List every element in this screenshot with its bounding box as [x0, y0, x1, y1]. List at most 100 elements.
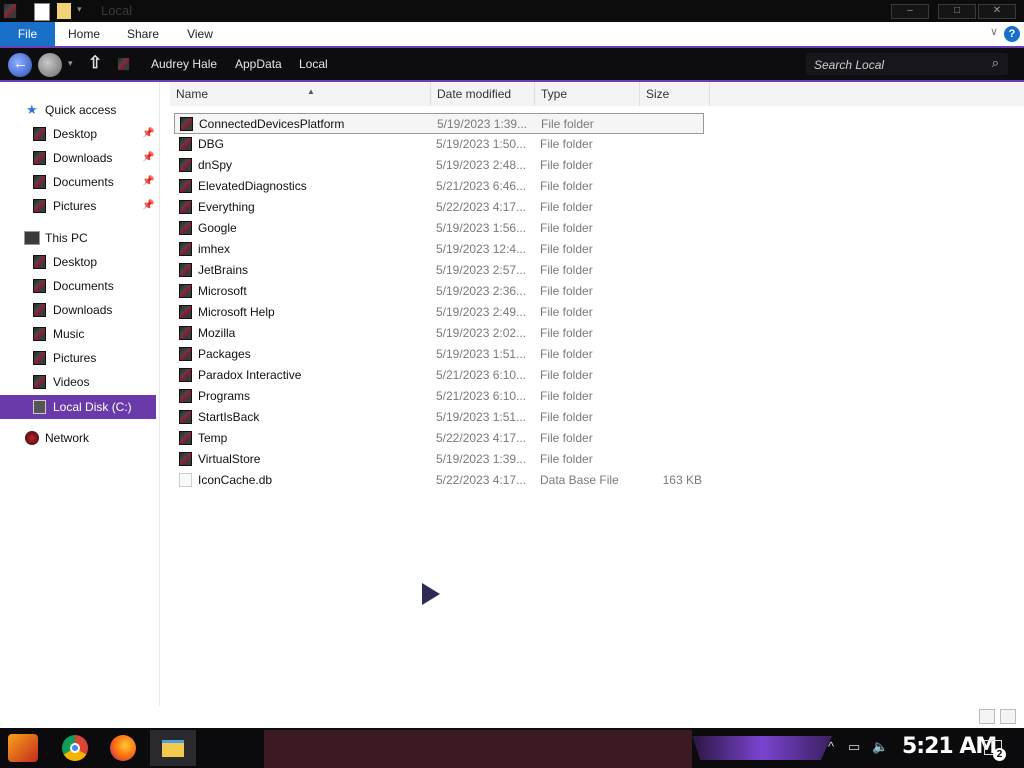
- back-button[interactable]: ←: [8, 53, 32, 77]
- file-row[interactable]: Everything 5/22/2023 4:17... File folder: [174, 197, 704, 218]
- file-date-modified: 5/19/2023 2:49...: [436, 305, 527, 319]
- quick-access-toolbar-dropdown-icon[interactable]: ▾: [77, 4, 82, 15]
- nav-this-pc[interactable]: This PC: [0, 227, 156, 249]
- file-name: Everything: [198, 200, 255, 214]
- close-button[interactable]: ✕: [978, 4, 1016, 19]
- folder-icon: [179, 410, 192, 424]
- volume-icon[interactable]: 🔈: [872, 739, 888, 755]
- firefox-icon[interactable]: [110, 735, 136, 761]
- folder-icon: [179, 263, 192, 277]
- file-row[interactable]: StartIsBack 5/19/2023 1:51... File folder: [174, 407, 704, 428]
- folder-icon: [179, 137, 192, 151]
- expand-ribbon-chevron-icon[interactable]: ∨: [990, 25, 998, 38]
- show-hidden-icons-chevron-icon[interactable]: ^: [828, 739, 834, 754]
- clock[interactable]: 5:21 AM: [902, 734, 997, 759]
- tab-view[interactable]: View: [182, 22, 218, 46]
- large-icons-view-icon[interactable]: [1000, 709, 1016, 724]
- nav-pc-downloads[interactable]: Downloads: [0, 299, 156, 321]
- file-type: File folder: [540, 326, 593, 340]
- file-row[interactable]: Microsoft Help 5/19/2023 2:49... File fold…: [174, 302, 704, 323]
- start-button[interactable]: [8, 734, 38, 762]
- file-row[interactable]: imhex 5/19/2023 12:4... File folder: [174, 239, 704, 260]
- new-folder-icon[interactable]: [57, 3, 71, 19]
- column-header-name[interactable]: Name ▲: [170, 82, 431, 106]
- file-row[interactable]: IconCache.db 5/22/2023 4:17... Data Base F…: [174, 470, 704, 491]
- folder-icon: [179, 326, 192, 340]
- nav-quick-access[interactable]: ★ Quick access: [0, 99, 156, 121]
- maximize-button[interactable]: □: [938, 4, 976, 19]
- nav-pc-pictures[interactable]: Pictures: [0, 347, 156, 369]
- file-row[interactable]: Paradox Interactive 5/21/2023 6:10... File…: [174, 365, 704, 386]
- nav-pc-videos[interactable]: Videos: [0, 371, 156, 393]
- file-row[interactable]: DBG 5/19/2023 1:50... File folder: [174, 134, 704, 155]
- file-row[interactable]: Microsoft 5/19/2023 2:36... File folder: [174, 281, 704, 302]
- file-name: Microsoft Help: [198, 305, 275, 319]
- folder-icon: [179, 221, 192, 235]
- back-arrow-icon: ←: [13, 55, 28, 72]
- nav-pc-music[interactable]: Music: [0, 323, 156, 345]
- help-button[interactable]: ?: [1004, 26, 1020, 42]
- address-bar: ← ▾ ⇧ Audrey Hale AppData Local ⌕: [0, 46, 1024, 82]
- forward-button[interactable]: [38, 53, 62, 77]
- file-row[interactable]: ConnectedDevicesPlatform 5/19/2023 1:39..…: [174, 113, 704, 134]
- network-tray-icon[interactable]: ▭: [848, 739, 860, 755]
- folder-icon: [179, 452, 192, 466]
- breadcrumb-local[interactable]: Local: [299, 57, 328, 71]
- file-type: File folder: [540, 200, 593, 214]
- nav-pc-desktop[interactable]: Desktop: [0, 251, 156, 273]
- search-input[interactable]: [806, 53, 986, 77]
- nav-quick-desktop[interactable]: Desktop 📌: [0, 123, 156, 145]
- tab-share[interactable]: Share: [122, 22, 164, 46]
- file-row[interactable]: Packages 5/19/2023 1:51... File folder: [174, 344, 704, 365]
- file-row[interactable]: JetBrains 5/19/2023 2:57... File folder: [174, 260, 704, 281]
- file-row[interactable]: VirtualStore 5/19/2023 1:39... File folder: [174, 449, 704, 470]
- nav-quick-downloads[interactable]: Downloads 📌: [0, 147, 156, 169]
- chrome-icon[interactable]: [62, 735, 88, 761]
- file-date-modified: 5/19/2023 1:56...: [436, 221, 527, 235]
- file-type: File folder: [540, 263, 593, 277]
- nav-pc-local-disk[interactable]: Local Disk (C:): [0, 395, 156, 419]
- file-name: StartIsBack: [198, 410, 260, 424]
- search-icon[interactable]: ⌕: [992, 55, 999, 71]
- minimize-button[interactable]: –: [891, 4, 929, 19]
- star-icon: ★: [26, 102, 38, 117]
- column-header-type[interactable]: Type: [535, 82, 640, 106]
- nav-label: Downloads: [53, 151, 113, 165]
- file-row[interactable]: dnSpy 5/19/2023 2:48... File folder: [174, 155, 704, 176]
- file-type: File folder: [540, 137, 593, 151]
- details-view-icon[interactable]: [979, 709, 995, 724]
- tab-file[interactable]: File: [0, 22, 55, 46]
- nav-label: Videos: [53, 375, 90, 389]
- file-row[interactable]: Google 5/19/2023 1:56... File folder: [174, 218, 704, 239]
- folder-icon: [179, 284, 192, 298]
- file-row[interactable]: ElevatedDiagnostics 5/21/2023 6:46... File…: [174, 176, 704, 197]
- nav-pc-documents[interactable]: Documents: [0, 275, 156, 297]
- tab-home[interactable]: Home: [63, 22, 105, 46]
- search-box[interactable]: ⌕: [806, 53, 1008, 77]
- location-folder-icon: [117, 57, 130, 71]
- nav-quick-pictures[interactable]: Pictures 📌: [0, 195, 156, 217]
- file-explorer-taskbar-button[interactable]: [150, 730, 196, 766]
- file-type: File folder: [540, 431, 593, 445]
- file-row[interactable]: Temp 5/22/2023 4:17... File folder: [174, 428, 704, 449]
- column-header-size[interactable]: Size: [640, 82, 710, 106]
- breadcrumb-audrey-hale[interactable]: Audrey Hale: [151, 57, 217, 71]
- nav-network[interactable]: Network: [0, 427, 156, 449]
- file-row[interactable]: Mozilla 5/19/2023 2:02... File folder: [174, 323, 704, 344]
- nav-quick-documents[interactable]: Documents 📌: [0, 171, 156, 193]
- recent-locations-dropdown-icon[interactable]: ▾: [68, 58, 73, 69]
- file-type: File folder: [540, 221, 593, 235]
- column-header-date[interactable]: Date modified: [431, 82, 535, 106]
- properties-icon[interactable]: [34, 3, 50, 21]
- breadcrumb-appdata[interactable]: AppData: [235, 57, 282, 71]
- column-header-filler: [710, 82, 1024, 106]
- file-name: ElevatedDiagnostics: [198, 179, 307, 193]
- file-name: ConnectedDevicesPlatform: [199, 117, 345, 131]
- up-button[interactable]: ⇧: [88, 53, 102, 73]
- taskbar-empty-area: [264, 730, 692, 768]
- file-row[interactable]: Programs 5/21/2023 6:10... File folder: [174, 386, 704, 407]
- pictures-folder-icon: [33, 351, 46, 365]
- file-name: DBG: [198, 137, 225, 151]
- navigation-pane: ★ Quick access Desktop 📌 Downloads 📌 Doc…: [0, 82, 160, 706]
- nav-label: This PC: [45, 231, 88, 245]
